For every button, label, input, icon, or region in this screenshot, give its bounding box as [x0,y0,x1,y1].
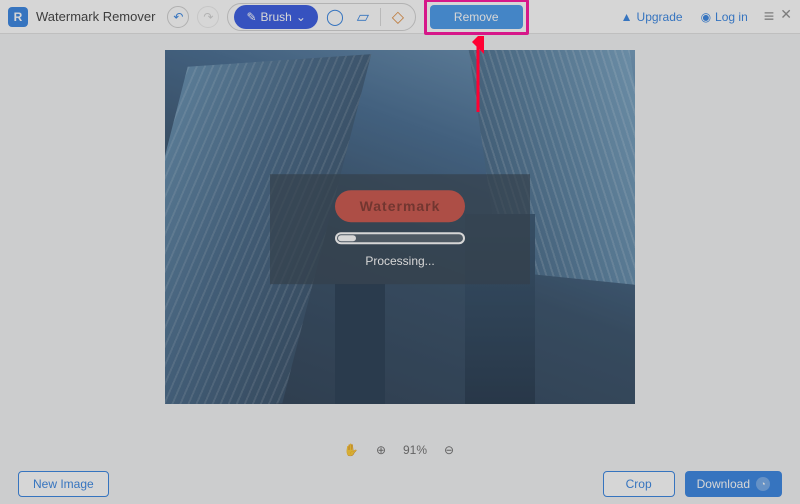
crop-button[interactable]: Crop [603,471,675,497]
user-icon: ◉ [701,10,711,24]
eraser-tool-button[interactable]: ◇ [387,6,409,28]
new-image-button[interactable]: New Image [18,471,109,497]
zoom-value: 91% [403,443,427,457]
remove-button[interactable]: Remove [430,5,523,29]
download-options-icon: ◔ [756,477,770,491]
lasso-tool-button[interactable]: ◯ [324,6,346,28]
redo-icon: ↷ [203,10,213,24]
zoom-controls: ✋ ⊕ 91% ⊖ [0,436,800,464]
close-window-button[interactable]: ✕ [780,6,792,27]
app-title: Watermark Remover [36,9,155,24]
upgrade-label: Upgrade [637,10,683,24]
new-image-label: New Image [33,477,94,491]
zoom-out-icon: ⊖ [444,443,454,457]
brush-icon: ✎ [246,10,256,24]
crop-label: Crop [626,477,652,491]
hand-tool-button[interactable]: ✋ [343,442,359,458]
upgrade-icon: ▲ [621,10,633,24]
image-preview[interactable]: Watermark Processing... [165,50,635,404]
redo-button[interactable]: ↷ [197,6,219,28]
lasso-icon: ◯ [326,7,344,27]
undo-button[interactable]: ↶ [167,6,189,28]
tool-group: ✎ Brush ⌄ ◯ ▱ ◇ [227,3,415,31]
watermark-text: Watermark [360,198,441,214]
bottom-bar: New Image Crop Download ◔ [0,464,800,504]
app-logo-icon: R [8,7,28,27]
zoom-out-button[interactable]: ⊖ [441,442,457,458]
upgrade-link[interactable]: ▲ Upgrade [621,10,683,24]
toolbar: R Watermark Remover ↶ ↷ ✎ Brush ⌄ ◯ ▱ ◇ … [0,0,800,34]
remove-button-highlight: Remove [424,0,529,35]
login-label: Log in [715,10,748,24]
zoom-in-button[interactable]: ⊕ [373,442,389,458]
download-label: Download [697,477,750,491]
progress-bar [335,232,465,244]
brush-label: Brush [261,10,292,24]
remove-label: Remove [454,10,499,24]
processing-label: Processing... [365,254,434,268]
separator [380,8,381,26]
hand-icon: ✋ [344,443,359,457]
download-button[interactable]: Download ◔ [685,471,782,497]
undo-icon: ↶ [173,10,183,24]
canvas-area: Watermark Processing... [0,34,800,440]
eraser-icon: ◇ [392,7,404,27]
brush-tool-button[interactable]: ✎ Brush ⌄ [234,5,317,29]
polygon-tool-button[interactable]: ▱ [352,6,374,28]
login-link[interactable]: ◉ Log in [701,10,748,24]
processing-overlay: Watermark Processing... [270,174,530,284]
polygon-icon: ▱ [357,7,369,27]
menu-button[interactable]: ≡ [764,6,775,27]
watermark-mark: Watermark [335,190,465,222]
zoom-in-icon: ⊕ [376,443,386,457]
chevron-down-icon: ⌄ [296,10,306,24]
